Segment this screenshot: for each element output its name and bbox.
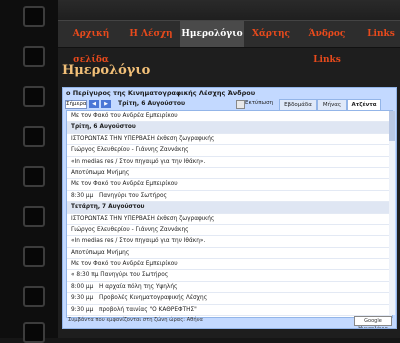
timezone-note: Συμβάντα που εμφανίζονται στη ζώνη ώρας:… xyxy=(68,317,203,323)
agenda-day-header: Τρίτη, 6 Αυγούστου xyxy=(67,122,392,134)
event-time: 9:30 μμ xyxy=(71,295,94,302)
print-icon[interactable] xyxy=(236,100,245,109)
current-date: Τρίτη, 6 Αυγούστου xyxy=(118,100,186,107)
nav-item-links[interactable]: Links xyxy=(364,21,398,47)
event-time: 9:30 μμ xyxy=(71,306,94,313)
event-title: Αποτύπωμα Μνήμης xyxy=(71,169,130,176)
event-title: Γιώργος Ελευθερίου - Γιάννης Ζαννάκης xyxy=(71,147,189,154)
event-time: 8:00 μμ xyxy=(71,283,94,290)
event-title: Με τον Φακό του Ανδρέα Εμπειρίκου xyxy=(71,261,178,268)
agenda-event[interactable]: 9:30 μμ Προβολές Κινηματογραφικής Λέσχης xyxy=(67,293,392,305)
event-title: Με τον Φακό του Ανδρέα Εμπειρίκου xyxy=(71,113,178,119)
film-perforation xyxy=(23,126,45,147)
film-perforation xyxy=(23,322,45,343)
calendar-toolbar: Σήμερα ◀ ▶ Τρίτη, 6 Αυγούστου Εκτύπωση Ε… xyxy=(63,99,396,110)
event-title: Η αρχαία πόλη της Υψηλής xyxy=(99,283,178,290)
tab-week[interactable]: Εβδομάδα xyxy=(279,99,317,110)
agenda-event[interactable]: «In medias res / Στον πηγαιμό για την Ιθ… xyxy=(67,236,392,248)
agenda-event[interactable]: « 8:30 πμ Πανηγύρι του Σωτήρος xyxy=(67,270,392,282)
event-title: ΙΣΤΟΡΩΝΤΑΣ ΤΗΝ ΥΠΕΡΒΑΣΗ έκθεση ζωγραφική… xyxy=(71,215,215,222)
agenda-event[interactable]: Αποτύπωμα Μνήμης xyxy=(67,168,392,180)
header-strip xyxy=(58,0,400,20)
page-title: Ημερολόγιο xyxy=(62,63,151,78)
agenda-event[interactable]: 8:30 μμ Πανηγύρι του Σωτήρος xyxy=(67,191,392,203)
agenda-day-header: Τετάρτη, 7 Αυγούστου xyxy=(67,202,392,214)
film-perforation xyxy=(23,6,45,27)
print-link[interactable]: Εκτύπωση xyxy=(245,100,273,106)
chevron-left-icon[interactable]: ◀ xyxy=(89,100,99,108)
agenda-list: Με τον Φακό του Ανδρέα Εμπειρίκου Τρίτη, … xyxy=(66,110,393,318)
event-title: ΙΣΤΟΡΩΝΤΑΣ ΤΗΝ ΥΠΕΡΒΑΣΗ έκθεση ζωγραφική… xyxy=(71,135,215,142)
event-title: Αποτύπωμα Μνήμης xyxy=(71,249,130,256)
embedded-calendar: ο Περίγυρος της Κινηματογραφικής Λέσχης … xyxy=(62,87,397,329)
event-title: Με τον Φακό του Ανδρέα Εμπειρίκου xyxy=(71,181,178,188)
film-perforation xyxy=(23,286,45,307)
google-calendar-badge[interactable]: Google Ημερολόγιο xyxy=(354,316,392,328)
agenda-scrollbar[interactable] xyxy=(389,111,395,315)
event-time: 8:30 μμ xyxy=(71,192,94,199)
event-title: « 8:30 πμ Πανηγύρι του Σωτήρος xyxy=(71,272,169,279)
agenda-event[interactable]: Γιώργος Ελευθερίου - Γιάννης Ζαννάκης xyxy=(67,145,392,157)
nav-item-andros-links[interactable]: Άνδρος Links xyxy=(296,21,358,65)
tab-month[interactable]: Μήνας xyxy=(317,99,347,110)
event-title: Προβολές Κινηματογραφικής Λέσχης xyxy=(99,295,208,302)
agenda-event[interactable]: Γιώργος Ελευθερίου - Γιάννης Ζαννάκης xyxy=(67,225,392,237)
agenda-event[interactable]: Με τον Φακό του Ανδρέα Εμπειρίκου xyxy=(67,179,392,191)
film-perforation xyxy=(23,46,45,67)
scrollbar-thumb[interactable] xyxy=(389,111,395,141)
page-content: Αρχική σελίδα Η Λέσχη Ημερολόγιο Χάρτης … xyxy=(58,0,400,338)
calendar-title: ο Περίγυρος της Κινηματογραφικής Λέσχης … xyxy=(66,89,256,97)
agenda-event[interactable]: «In medias res / Στον πηγαιμό για την Ιθ… xyxy=(67,157,392,168)
film-perforation xyxy=(23,86,45,107)
agenda-event[interactable]: 9:30 μμ προβολή ταινίας "Ο ΚΑΘΡΕΦΤΗΣ" xyxy=(67,305,392,317)
nav-item-map[interactable]: Χάρτης xyxy=(250,21,292,47)
nav-item-club[interactable]: Η Λέσχη xyxy=(128,21,174,47)
today-button[interactable]: Σήμερα xyxy=(65,100,87,109)
main-navigation: Αρχική σελίδα Η Λέσχη Ημερολόγιο Χάρτης … xyxy=(58,20,400,65)
day-label: Τετάρτη, 7 Αυγούστου xyxy=(71,204,145,211)
agenda-event[interactable]: ΙΣΤΟΡΩΝΤΑΣ ΤΗΝ ΥΠΕΡΒΑΣΗ έκθεση ζωγραφική… xyxy=(67,214,392,225)
agenda-event[interactable]: Με τον Φακό του Ανδρέα Εμπειρίκου xyxy=(67,111,392,123)
agenda-event[interactable]: 8:00 μμ Η αρχαία πόλη της Υψηλής xyxy=(67,282,392,294)
agenda-event[interactable]: Με τον Φακό του Ανδρέα Εμπειρίκου xyxy=(67,259,392,271)
event-title: Πανηγύρι του Σωτήρος xyxy=(99,192,167,199)
film-perforation xyxy=(23,206,45,227)
film-perforation xyxy=(23,166,45,187)
event-title: Γιώργος Ελευθερίου - Γιάννης Ζαννάκης xyxy=(71,226,189,233)
agenda-event[interactable]: ΙΣΤΟΡΩΝΤΑΣ ΤΗΝ ΥΠΕΡΒΑΣΗ έκθεση ζωγραφική… xyxy=(67,134,392,146)
nav-item-calendar[interactable]: Ημερολόγιο xyxy=(180,21,244,47)
chevron-right-icon[interactable]: ▶ xyxy=(101,100,111,108)
event-title: προβολή ταινίας "Ο ΚΑΘΡΕΦΤΗΣ" xyxy=(99,306,197,313)
tab-agenda[interactable]: Ατζέντα xyxy=(347,99,381,110)
agenda-event[interactable]: Αποτύπωμα Μνήμης xyxy=(67,248,392,260)
day-label: Τρίτη, 6 Αυγούστου xyxy=(71,124,136,131)
event-title: «In medias res / Στον πηγαιμό για την Ιθ… xyxy=(71,238,206,245)
nav-item-home[interactable]: Αρχική σελίδα xyxy=(58,21,124,65)
event-title: «In medias res / Στον πηγαιμό για την Ιθ… xyxy=(71,158,206,165)
film-strip-border xyxy=(0,0,59,343)
film-perforation xyxy=(23,246,45,267)
